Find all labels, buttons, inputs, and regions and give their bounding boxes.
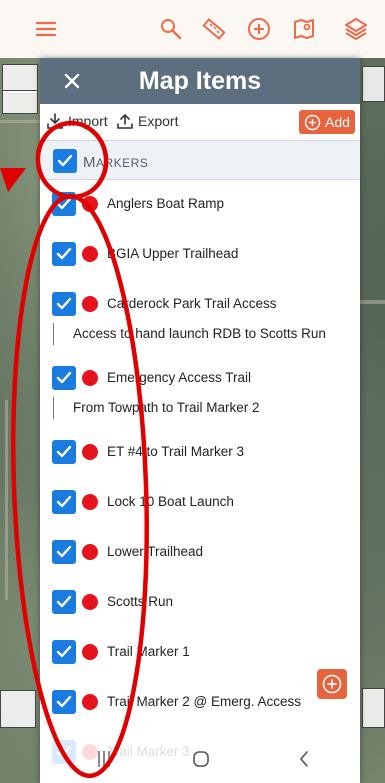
marker-description-row: Access to hand launch RDB to Scotts Run bbox=[40, 322, 360, 348]
check-icon bbox=[56, 197, 72, 210]
marker-label: Trail Marker 2 @ Emerg. Access bbox=[107, 694, 301, 709]
marker-label: Lock 10 Boat Launch bbox=[107, 494, 234, 509]
check-icon bbox=[56, 595, 72, 608]
check-icon bbox=[56, 495, 72, 508]
marker-dot-icon bbox=[82, 196, 98, 212]
marker-checkbox[interactable] bbox=[52, 440, 76, 464]
marker-checkbox[interactable] bbox=[52, 192, 76, 216]
list-item[interactable]: Anglers Boat Ramp bbox=[40, 178, 360, 218]
marker-description-row: From Towpath to Trail Marker 2 bbox=[40, 396, 360, 422]
map-coordinate-control bbox=[362, 66, 385, 102]
list-item[interactable]: Emergency Access Trail bbox=[40, 352, 360, 392]
marker-dot-icon bbox=[82, 644, 98, 660]
section-label: Markers bbox=[83, 154, 149, 171]
list-item[interactable]: BGIA Upper Trailhead bbox=[40, 228, 360, 268]
marker-label: BGIA Upper Trailhead bbox=[107, 246, 239, 261]
export-label: Export bbox=[138, 113, 179, 129]
markers-section-header[interactable]: Markers bbox=[40, 140, 360, 180]
description-divider bbox=[53, 323, 54, 345]
map-compass-control[interactable] bbox=[2, 90, 38, 114]
list-item[interactable]: Trail Marker 1 bbox=[40, 626, 360, 666]
marker-checkbox[interactable] bbox=[52, 540, 76, 564]
add-circle-icon[interactable] bbox=[243, 13, 275, 45]
top-toolbar bbox=[0, 0, 385, 58]
list-item[interactable]: Lower Trailhead bbox=[40, 526, 360, 566]
list-item[interactable]: Trail Marker 2 @ Emerg. Access bbox=[40, 676, 360, 716]
marker-description: Access to hand launch RDB to Scotts Run bbox=[73, 326, 326, 341]
marker-dot-icon bbox=[82, 544, 98, 560]
check-icon bbox=[57, 154, 73, 167]
marker-label: Lower Trailhead bbox=[107, 544, 204, 559]
marker-checkbox[interactable] bbox=[52, 242, 76, 266]
marker-label: Scotts Run bbox=[107, 594, 174, 609]
layers-icon[interactable] bbox=[340, 13, 372, 45]
check-icon bbox=[56, 645, 72, 658]
marker-label: Carderock Park Trail Access bbox=[107, 296, 277, 311]
marker-dot-icon bbox=[82, 594, 98, 610]
marker-label: Anglers Boat Ramp bbox=[107, 196, 225, 211]
marker-checkbox[interactable] bbox=[52, 590, 76, 614]
add-label: Add bbox=[325, 114, 350, 130]
map-pin-icon[interactable] bbox=[289, 13, 321, 45]
marker-description: From Towpath to Trail Marker 2 bbox=[73, 400, 260, 415]
back-icon[interactable] bbox=[296, 748, 312, 770]
system-nav-bar bbox=[40, 735, 360, 783]
floating-add-button[interactable] bbox=[317, 669, 347, 699]
marker-dot-icon bbox=[82, 296, 98, 312]
check-icon bbox=[56, 297, 72, 310]
menu-icon[interactable] bbox=[30, 13, 62, 45]
search-icon[interactable] bbox=[155, 13, 187, 45]
marker-dot-icon bbox=[82, 494, 98, 510]
list-item[interactable]: Carderock Park Trail Access bbox=[40, 278, 360, 318]
page-title: Map Items bbox=[138, 66, 262, 95]
marker-label: ET #4 to Trail Marker 3 bbox=[107, 444, 245, 459]
check-icon bbox=[56, 445, 72, 458]
map-scale-bar bbox=[0, 690, 36, 728]
list-item[interactable]: ET #4 to Trail Marker 3 bbox=[40, 426, 360, 466]
marker-dot-icon bbox=[82, 370, 98, 386]
marker-checkbox[interactable] bbox=[52, 690, 76, 714]
marker-checkbox[interactable] bbox=[52, 640, 76, 664]
export-button[interactable]: Export bbox=[116, 112, 178, 130]
export-icon bbox=[117, 113, 133, 129]
marker-checkbox[interactable] bbox=[52, 490, 76, 514]
check-icon bbox=[56, 545, 72, 558]
marker-dot-icon bbox=[82, 694, 98, 710]
marker-label: Emergency Access Trail bbox=[107, 370, 252, 385]
marker-dot-icon bbox=[82, 246, 98, 262]
home-icon[interactable] bbox=[192, 750, 210, 768]
panel-header: Map Items bbox=[40, 58, 360, 104]
add-button[interactable]: Add bbox=[299, 110, 355, 134]
marker-checkbox[interactable] bbox=[52, 292, 76, 316]
check-icon bbox=[56, 371, 72, 384]
marker-dot-icon bbox=[82, 444, 98, 460]
map-zoom-control[interactable] bbox=[362, 688, 385, 728]
list-item[interactable]: Scotts Run bbox=[40, 576, 360, 616]
check-icon bbox=[56, 247, 72, 260]
import-icon bbox=[47, 113, 63, 129]
marker-checkbox[interactable] bbox=[52, 366, 76, 390]
recent-apps-icon[interactable] bbox=[96, 748, 112, 770]
import-button[interactable]: Import bbox=[46, 112, 108, 130]
check-icon bbox=[56, 695, 72, 708]
ruler-icon[interactable] bbox=[198, 13, 230, 45]
close-icon[interactable] bbox=[58, 67, 86, 95]
add-circle-icon bbox=[322, 674, 342, 694]
markers-select-all-checkbox[interactable] bbox=[53, 149, 77, 173]
list-item[interactable]: Lock 10 Boat Launch bbox=[40, 476, 360, 516]
add-circle-icon bbox=[304, 114, 321, 130]
description-divider bbox=[53, 397, 54, 419]
marker-label: Trail Marker 1 bbox=[107, 644, 190, 659]
import-label: Import bbox=[68, 113, 108, 129]
import-export-row: Import Export Add bbox=[40, 104, 360, 140]
map-items-panel: Map Items Import Export Add Markers Angl… bbox=[40, 58, 360, 783]
